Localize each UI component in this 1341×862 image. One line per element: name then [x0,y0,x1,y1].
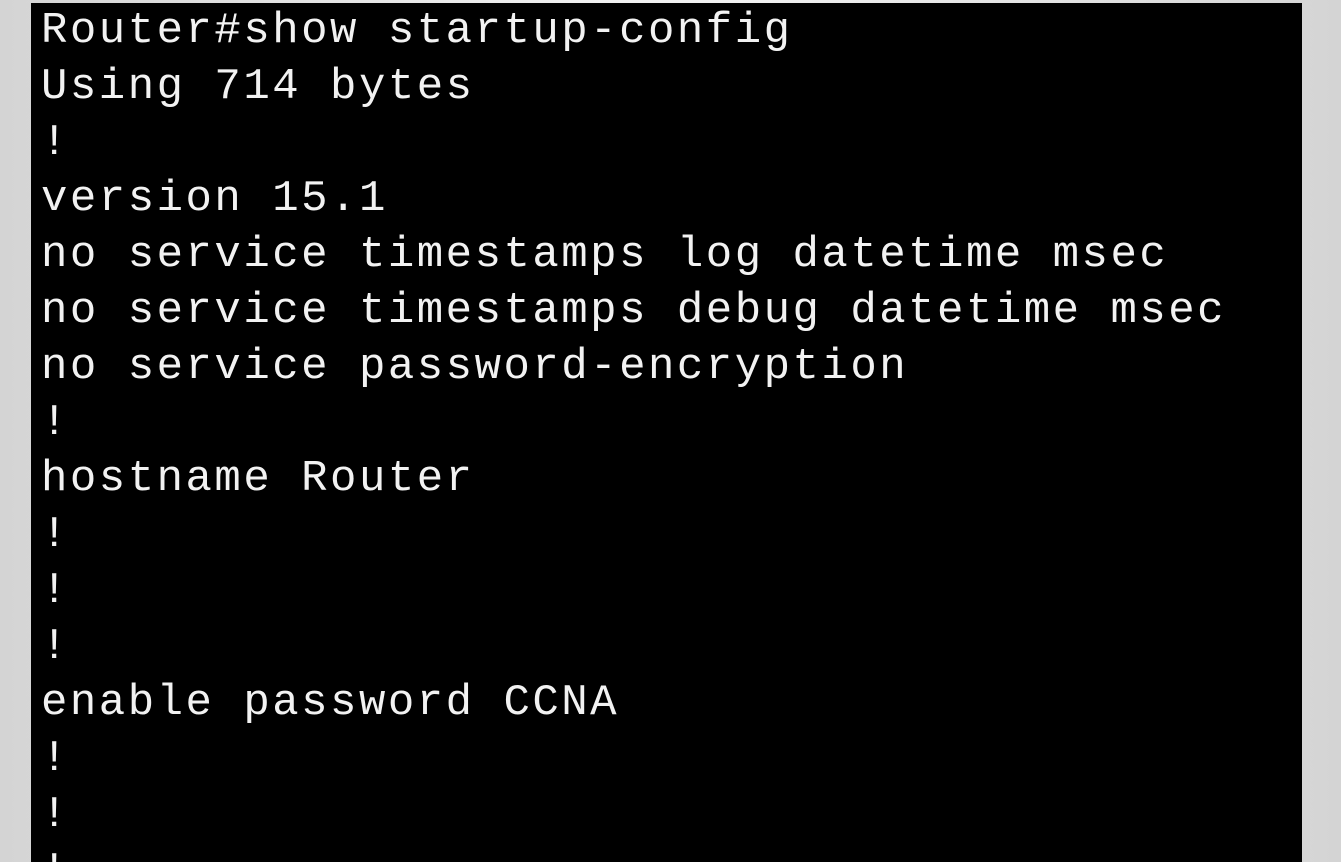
terminal-line: version 15.1 [41,174,388,224]
terminal-line: no service timestamps debug datetime mse… [41,286,1227,336]
terminal-line: ! [41,510,70,560]
terminal-line: ! [41,398,70,448]
terminal-line: hostname Router [41,454,475,504]
terminal-line: ! [41,734,70,784]
terminal-window[interactable]: Router#show startup-config Using 714 byt… [31,3,1302,862]
terminal-line: ! [41,790,70,840]
terminal-line: Using 714 bytes [41,62,475,112]
terminal-line-command: Router#show startup-config [41,6,793,56]
terminal-line: no service password-encryption [41,342,909,392]
terminal-line: ! [41,622,70,672]
terminal-output: Router#show startup-config Using 714 byt… [41,3,1302,862]
terminal-line: ! [41,118,70,168]
terminal-line: no service timestamps log datetime msec [41,230,1169,280]
terminal-line: enable password CCNA [41,678,620,728]
terminal-line: ! [41,566,70,616]
terminal-line: ! [41,843,1302,862]
